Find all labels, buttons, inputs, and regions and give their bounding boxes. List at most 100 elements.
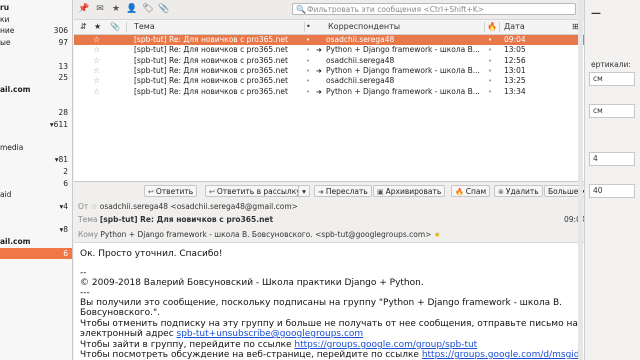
subject-column[interactable]: Тема	[134, 20, 155, 34]
message-row[interactable]: ☆ [spb-tut] Re: Для новичков с pro365.net…	[74, 45, 584, 55]
reply-list-dropdown[interactable]: ▾	[298, 185, 310, 197]
to-value[interactable]: Python + Django framework - школа В. Бов…	[100, 230, 431, 239]
group-link[interactable]: https://groups.google.com/group/spb-tut	[294, 340, 477, 350]
archive-button[interactable]: ▣ Архивировать	[373, 185, 446, 197]
message-row[interactable]: ☆ [spb-tut] Re: Для новичков с pro365.net…	[74, 66, 584, 76]
folder-item[interactable]: ые 97	[0, 37, 72, 48]
folder-item[interactable]: ▾4	[0, 201, 72, 212]
folder-item[interactable]	[0, 131, 72, 142]
message-row[interactable]: ☆ [spb-tut] Re: Для новичков с pro365.net…	[74, 76, 584, 86]
message-row[interactable]: ☆ [spb-tut] Re: Для новичков с pro365.net…	[74, 87, 584, 97]
folder-count: ▾81	[54, 155, 68, 165]
star-icon[interactable]: ☆	[91, 202, 98, 211]
folder-item[interactable]: ail.com	[0, 236, 72, 247]
folder-item[interactable]	[0, 96, 72, 107]
folder-item[interactable]	[0, 213, 72, 224]
star-icon[interactable]: ☆	[93, 87, 100, 97]
rp-field-2[interactable]: см	[589, 104, 635, 118]
message-date: 12:56	[504, 55, 526, 65]
unread-filter-icon[interactable]: ✉	[94, 3, 106, 15]
folder-item[interactable]: media	[0, 142, 72, 153]
star-filter-icon[interactable]: ★	[110, 3, 122, 15]
read-column-icon[interactable]: •	[306, 20, 311, 34]
copyright-line: © 2009-2018 Валерий Бовсуновский - Школа…	[80, 278, 424, 288]
add-contact-star-icon[interactable]: ★	[434, 230, 441, 239]
forwarded-icon: ➜	[316, 46, 322, 55]
folder-item[interactable]: ▾611	[0, 119, 72, 130]
folder-item[interactable]: 6	[0, 247, 72, 259]
contact-filter-icon[interactable]: 👤	[126, 3, 138, 15]
message-subject: [spb-tut] Re: Для новичков с pro365.net	[134, 35, 288, 44]
junk-status-icon[interactable]: •	[488, 87, 492, 97]
read-status-icon[interactable]: •	[306, 56, 310, 66]
star-icon[interactable]: ☆	[93, 45, 100, 55]
from-value[interactable]: osadchii.serega48 <osadchii.serega48@gma…	[100, 202, 298, 211]
folder-item[interactable]: 25	[0, 72, 72, 83]
pin-icon[interactable]: 📌	[78, 3, 90, 15]
discussion-link[interactable]: https://groups.google.com/d/msgid	[422, 350, 580, 360]
message-row[interactable]: ☆ [spb-tut] Re: Для новичков с pro365.net…	[74, 35, 584, 45]
forward-button[interactable]: ➜ Переслать	[314, 185, 372, 197]
junk-status-icon[interactable]: •	[488, 35, 492, 45]
star-icon[interactable]: ☆	[93, 35, 100, 45]
read-status-icon[interactable]: •	[306, 66, 310, 76]
folder-item[interactable]	[0, 49, 72, 60]
read-status-icon[interactable]: •	[306, 45, 310, 55]
delete-button[interactable]: ⊗ Удалить	[494, 185, 543, 197]
reply-button[interactable]: ↩ Ответить	[144, 185, 198, 197]
read-status-icon[interactable]: •	[306, 87, 310, 97]
star-icon[interactable]: ☆	[93, 66, 100, 76]
folder-count: ▾611	[49, 120, 68, 129]
filter-search-input[interactable]: 🔍 Фильтровать эти сообщения <Ctrl+Shift+…	[292, 3, 576, 15]
folder-item[interactable]: 6	[0, 178, 72, 189]
junk-status-icon[interactable]: •	[488, 66, 492, 76]
folder-item[interactable]: ru	[0, 2, 72, 13]
date-column[interactable]: Дата	[504, 20, 525, 34]
thread-column-icon[interactable]: ⇵	[80, 20, 87, 34]
junk-status-icon[interactable]: •	[488, 45, 492, 55]
folder-name: aid	[0, 190, 12, 200]
read-status-icon[interactable]: •	[306, 35, 310, 45]
folder-count: 306	[53, 26, 68, 36]
junk-column-icon[interactable]: 🔥	[487, 20, 497, 34]
column-divider	[126, 22, 127, 32]
read-status-icon[interactable]: •	[306, 76, 310, 86]
folder-count: ▾8	[59, 225, 68, 235]
attachment-filter-icon[interactable]: 📎	[158, 3, 170, 15]
subscribed-line-2: Бовсуновского.".	[80, 308, 160, 318]
correspondents-column[interactable]: Корреспонденты	[328, 20, 400, 34]
attachment-column-icon[interactable]: 📎	[110, 20, 120, 34]
folder-item[interactable]: 2	[0, 166, 72, 177]
quick-filter-bar: 📌 ✉ ★ 👤 🏷 📎 🔍 Фильтровать эти сообщения …	[74, 0, 584, 20]
message-subject: [spb-tut] Re: Для новичков с pro365.net	[134, 86, 288, 96]
star-icon[interactable]: ☆	[93, 76, 100, 86]
folder-item[interactable]: 28	[0, 107, 72, 118]
vertical-scrollbar[interactable]	[578, 0, 583, 360]
background-settings-pane: — ертикали: см см 4 40	[584, 0, 640, 360]
tag-filter-icon[interactable]: 🏷	[142, 3, 154, 15]
mail-window: 📌 ✉ ★ 👤 🏷 📎 🔍 Фильтровать эти сообщения …	[74, 0, 584, 360]
reply-list-button[interactable]: ↩ Ответить в рассылку	[205, 185, 305, 197]
column-divider	[304, 22, 305, 32]
folder-item[interactable]: 13	[0, 61, 72, 72]
rp-field-3[interactable]: 4	[589, 152, 635, 166]
folder-item[interactable]: ▾81	[0, 154, 72, 165]
junk-status-icon[interactable]: •	[488, 76, 492, 86]
reply-icon: ↩	[148, 188, 154, 196]
delete-icon: ⊗	[498, 188, 504, 196]
folder-item[interactable]: aid	[0, 189, 72, 200]
spam-button[interactable]: 🔥 Спам	[451, 185, 491, 197]
message-correspondent: osadchii.serega48	[326, 76, 395, 86]
folder-item[interactable]: ail.com	[0, 84, 72, 95]
folder-item[interactable]: ▾8	[0, 224, 72, 235]
unsubscribe-link[interactable]: spb-tut+unsubscribe@googlegroups.com	[177, 329, 364, 339]
rp-field-4[interactable]: 40	[589, 184, 635, 198]
message-row[interactable]: ☆ [spb-tut] Re: Для новичков с pro365.net…	[74, 56, 584, 66]
rp-field-1[interactable]: см	[589, 72, 635, 86]
folder-item[interactable]: ние 306	[0, 25, 72, 36]
star-column-icon[interactable]: ★	[94, 20, 101, 34]
folder-item[interactable]: ки	[0, 14, 72, 25]
star-icon[interactable]: ☆	[93, 56, 100, 66]
junk-status-icon[interactable]: •	[488, 56, 492, 66]
message-subject: [spb-tut] Re: Для новичков с pro365.net	[134, 65, 288, 75]
